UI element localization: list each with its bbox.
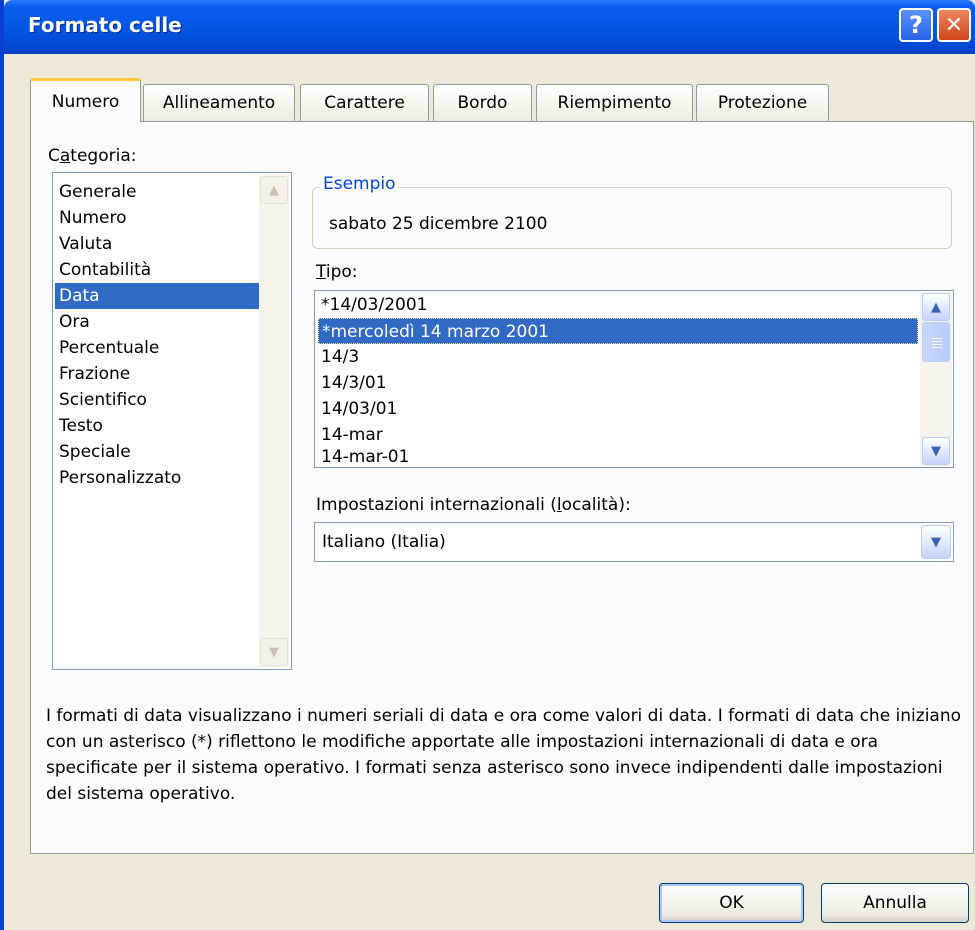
close-icon: ✕ xyxy=(944,12,964,38)
category-scrollbar[interactable]: ▲ ▼ xyxy=(259,175,289,667)
locale-label: Impostazioni internazionali (località): xyxy=(316,495,631,515)
category-item-generale[interactable]: Generale xyxy=(57,179,257,205)
category-item-scientifico[interactable]: Scientifico xyxy=(57,387,257,413)
type-list[interactable]: *14/03/2001 *mercoledì 14 marzo 2001 14/… xyxy=(314,290,954,468)
chevron-down-icon[interactable]: ▼ xyxy=(922,437,950,465)
type-item-selected[interactable]: *mercoledì 14 marzo 2001 xyxy=(318,318,918,344)
chevron-down-icon[interactable]: ▼ xyxy=(260,638,288,666)
sample-value: sabato 25 dicembre 2100 xyxy=(329,214,548,234)
format-cells-dialog: Formato celle ? ✕ Numero Allineamento Ca… xyxy=(0,0,975,930)
sample-group: Esempio sabato 25 dicembre 2100 xyxy=(312,174,952,249)
type-scrollbar[interactable]: ▲ ▼ xyxy=(920,292,952,466)
category-item-valuta[interactable]: Valuta xyxy=(57,231,257,257)
chevron-up-icon[interactable]: ▲ xyxy=(922,293,950,321)
category-item-testo[interactable]: Testo xyxy=(57,413,257,439)
tab-carattere[interactable]: Carattere xyxy=(300,84,429,121)
category-list[interactable]: Generale Numero Valuta Contabilità Data … xyxy=(52,172,292,670)
close-button[interactable]: ✕ xyxy=(937,8,971,42)
category-label: Categoria: xyxy=(48,146,137,166)
scroll-thumb[interactable] xyxy=(922,322,950,362)
type-item[interactable]: *14/03/2001 xyxy=(318,292,921,318)
ok-button[interactable]: OK xyxy=(659,883,804,923)
tab-bordo[interactable]: Bordo xyxy=(433,84,532,121)
cancel-button[interactable]: Annulla xyxy=(821,883,969,923)
category-item-speciale[interactable]: Speciale xyxy=(57,439,257,465)
tab-protezione[interactable]: Protezione xyxy=(696,84,829,121)
tab-numero[interactable]: Numero xyxy=(30,78,141,122)
type-item[interactable]: 14/3 xyxy=(318,344,921,370)
tab-allineamento[interactable]: Allineamento xyxy=(143,84,295,121)
type-item[interactable]: 14/3/01 xyxy=(318,370,921,396)
category-item-percentuale[interactable]: Percentuale xyxy=(57,335,257,361)
chevron-up-icon[interactable]: ▲ xyxy=(260,176,288,204)
help-icon: ? xyxy=(909,11,923,39)
type-item[interactable]: 14-mar xyxy=(318,422,921,448)
category-item-personalizzato[interactable]: Personalizzato xyxy=(57,465,257,491)
type-item[interactable]: 14/03/01 xyxy=(318,396,921,422)
chevron-down-icon[interactable]: ▼ xyxy=(921,525,951,559)
dialog-title: Formato celle xyxy=(28,13,182,37)
category-item-numero[interactable]: Numero xyxy=(57,205,257,231)
title-bar[interactable]: Formato celle ? ✕ xyxy=(4,0,975,54)
numero-panel: Categoria: Generale Numero Valuta Contab… xyxy=(30,121,974,854)
type-label: Tipo: xyxy=(316,262,358,282)
locale-value: Italiano (Italia) xyxy=(322,532,446,552)
description-text: I formati di data visualizzano i numeri … xyxy=(46,706,962,804)
tab-riempimento[interactable]: Riempimento xyxy=(536,84,693,121)
locale-select[interactable]: Italiano (Italia) ▼ xyxy=(314,522,954,562)
sample-legend: Esempio xyxy=(320,174,399,194)
category-item-frazione[interactable]: Frazione xyxy=(57,361,257,387)
help-button[interactable]: ? xyxy=(899,8,933,42)
type-item[interactable]: 14-mar-01 xyxy=(318,448,921,464)
category-item-contabilita[interactable]: Contabilità xyxy=(57,257,257,283)
category-item-data[interactable]: Data xyxy=(55,283,259,309)
category-item-ora[interactable]: Ora xyxy=(57,309,257,335)
